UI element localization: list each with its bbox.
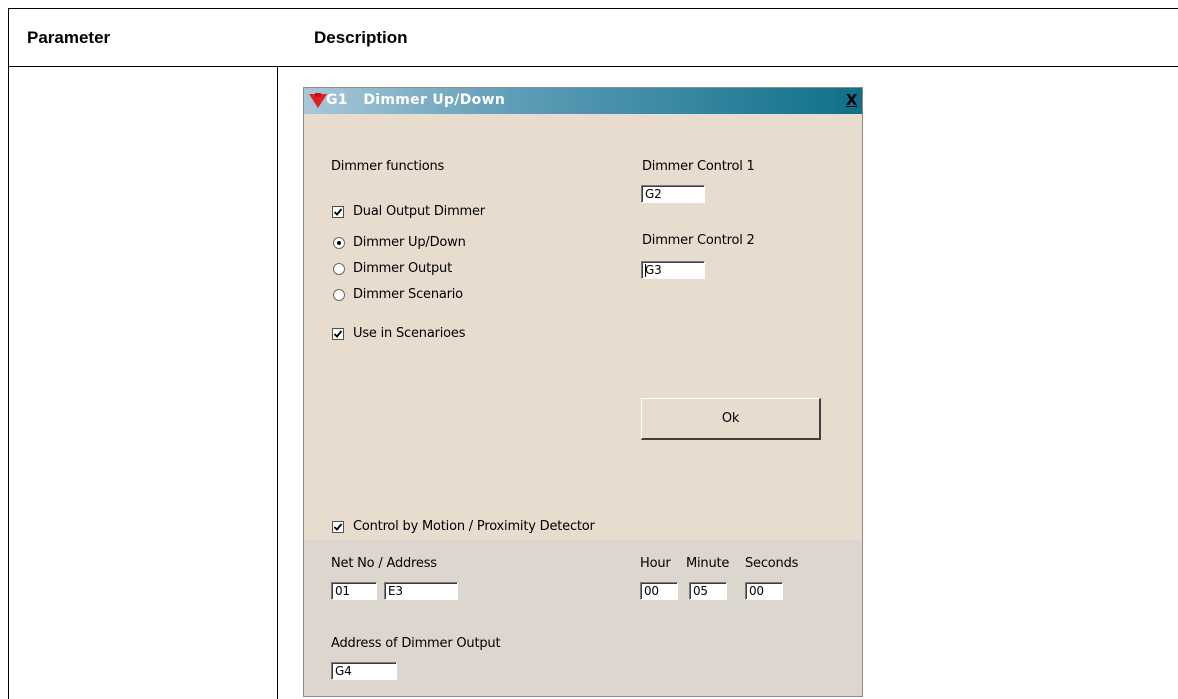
text-cursor	[645, 264, 646, 277]
dual-output-label: Dual Output Dimmer	[353, 204, 485, 219]
close-button[interactable]: X	[843, 91, 860, 109]
dimmer-control-1-label: Dimmer Control 1	[642, 159, 755, 174]
motion-control-checkbox[interactable]	[332, 521, 344, 533]
table-header-rule	[8, 66, 1178, 67]
close-icon: X	[845, 91, 858, 109]
checkmark-icon	[333, 208, 343, 216]
dual-output-checkbox[interactable]	[332, 206, 344, 218]
ok-button[interactable]: Ok	[641, 398, 821, 440]
column-header-description: Description	[314, 28, 408, 47]
radio-dimmer-up-down-label: Dimmer Up/Down	[353, 235, 466, 250]
dialog-title-bar[interactable]: G1 Dimmer Up/Down X	[304, 88, 862, 114]
minute-label: Minute	[686, 556, 730, 571]
table-left-border	[8, 8, 9, 699]
dimmer-output-address-field[interactable]: G4	[331, 662, 397, 680]
use-in-scenarios-label: Use in Scenarioes	[353, 326, 466, 341]
dimmer-control-2-label: Dimmer Control 2	[642, 233, 755, 248]
radio-dimmer-up-down[interactable]	[333, 237, 345, 249]
dimmer-dialog: G1 Dimmer Up/Down X Dimmer functions Dua…	[303, 87, 863, 697]
net-address-label: Net No / Address	[331, 556, 437, 571]
radio-dimmer-output[interactable]	[333, 263, 345, 275]
radio-dimmer-scenario[interactable]	[333, 289, 345, 301]
dialog-title-label: Dimmer Up/Down	[363, 92, 506, 108]
table-column-divider	[277, 66, 278, 699]
net-no-field[interactable]: 01	[331, 582, 377, 600]
hour-field[interactable]: 00	[640, 582, 678, 600]
hour-label: Hour	[640, 556, 671, 571]
radio-dimmer-scenario-label: Dimmer Scenario	[353, 287, 463, 302]
dialog-title: G1 Dimmer Up/Down	[326, 92, 505, 108]
dimmer-icon	[309, 93, 327, 108]
dimmer-output-address-label: Address of Dimmer Output	[331, 636, 501, 651]
seconds-label: Seconds	[745, 556, 799, 571]
checkmark-icon	[333, 523, 343, 531]
address-field[interactable]: E3	[384, 582, 458, 600]
dimmer-functions-label: Dimmer functions	[331, 159, 445, 174]
checkmark-icon	[333, 330, 343, 338]
motion-settings-panel: Net No / Address 01 E3 Hour Minute Secon…	[304, 540, 862, 696]
seconds-field[interactable]: 00	[745, 582, 783, 600]
dimmer-control-1-field[interactable]: G2	[641, 185, 705, 203]
use-in-scenarios-checkbox[interactable]	[332, 328, 344, 340]
column-header-parameter: Parameter	[27, 28, 111, 47]
dimmer-control-2-field[interactable]: G3	[641, 261, 705, 279]
radio-dimmer-output-label: Dimmer Output	[353, 261, 452, 276]
table-top-rule	[8, 8, 1178, 9]
minute-field[interactable]: 05	[689, 582, 727, 600]
motion-control-label: Control by Motion / Proximity Detector	[353, 519, 595, 534]
dialog-title-id: G1	[326, 92, 348, 108]
dimmer-control-2-value: G3	[645, 263, 662, 277]
